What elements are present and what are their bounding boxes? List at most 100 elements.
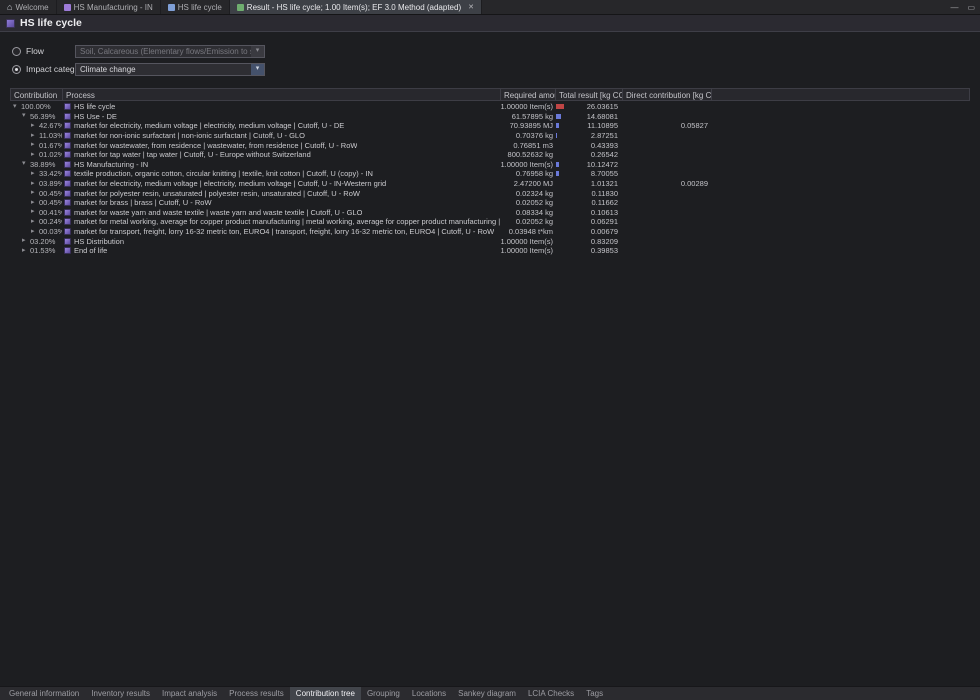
impact-category-radio[interactable] (12, 65, 21, 74)
total-result-value: 0.83209 (591, 237, 618, 246)
flow-radio[interactable] (12, 47, 21, 56)
table-row[interactable]: ▸00.45%market for brass | brass | Cutoff… (10, 198, 970, 208)
expand-icon[interactable]: ▸ (31, 151, 39, 159)
bottom-tab-process-results[interactable]: Process results (223, 687, 290, 700)
process-name: market for non-ionic surfactant | non-io… (74, 131, 305, 140)
flow-radio-label: Flow (26, 46, 75, 56)
bottom-tab-inventory-results[interactable]: Inventory results (85, 687, 156, 700)
expand-icon[interactable]: ▸ (31, 189, 39, 197)
required-amount-cell: 0.76958 kg (500, 169, 555, 178)
contribution-cell: ▾38.89% (10, 160, 62, 169)
bottom-tab-locations[interactable]: Locations (406, 687, 452, 700)
collapse-icon[interactable]: ▾ (13, 103, 21, 111)
process-cell: market for waste yarn and waste textile … (62, 208, 500, 217)
result-bar (556, 123, 559, 128)
expand-icon[interactable]: ▸ (31, 218, 39, 226)
table-row[interactable]: ▸01.02%market for tap water | tap water … (10, 150, 970, 160)
impact-category-combo[interactable]: Climate change ▾ (75, 63, 265, 76)
table-row[interactable]: ▸03.89%market for electricity, medium vo… (10, 179, 970, 189)
contribution-value: 03.20% (30, 237, 55, 246)
table-row[interactable]: ▸00.24%market for metal working, average… (10, 217, 970, 227)
table-row[interactable]: ▸00.03%market for transport, freight, lo… (10, 227, 970, 237)
contribution-value: 00.24% (39, 217, 62, 226)
expand-icon[interactable]: ▸ (31, 132, 39, 140)
total-result-value: 0.11662 (591, 198, 618, 207)
bottom-tab-contribution-tree[interactable]: Contribution tree (290, 687, 361, 700)
required-amount-cell: 0.02324 kg (500, 189, 555, 198)
process-cell: market for metal working, average for co… (62, 217, 500, 226)
bottom-tab-general-information[interactable]: General information (3, 687, 85, 700)
process-cell: market for electricity, medium voltage |… (62, 179, 500, 188)
total-result-value: 0.43393 (591, 141, 618, 150)
contribution-value: 00.03% (39, 227, 62, 236)
column-header-total-result-kg-co2-eq[interactable]: Total result [kg CO2 eq.] (556, 89, 623, 100)
contribution-value: 42.67% (39, 121, 62, 130)
result-bar (556, 114, 561, 119)
editor-tab-hs-manufacturing-in[interactable]: HS Manufacturing - IN (57, 0, 161, 14)
bottom-tab-impact-analysis[interactable]: Impact analysis (156, 687, 223, 700)
collapse-icon[interactable]: ▾ (22, 112, 30, 120)
chevron-down-icon: ▾ (251, 46, 264, 57)
collapse-icon[interactable]: ▾ (22, 160, 30, 168)
column-header-filler (712, 89, 969, 100)
column-header-contribution[interactable]: Contribution (11, 89, 63, 100)
expand-icon[interactable]: ▸ (31, 199, 39, 207)
table-row[interactable]: ▸42.67%market for electricity, medium vo… (10, 121, 970, 131)
minimize-icon[interactable]: — (950, 3, 958, 12)
expand-icon[interactable]: ▸ (22, 237, 30, 245)
close-icon[interactable]: ✕ (468, 3, 474, 11)
expand-icon[interactable]: ▸ (31, 122, 39, 130)
process-name: HS Use - DE (74, 112, 117, 121)
total-result-cell: 11.10895 (555, 121, 622, 130)
table-row[interactable]: ▸01.67%market for wastewater, from resid… (10, 140, 970, 150)
total-result-value: 0.26542 (591, 150, 618, 159)
process-icon (64, 142, 71, 149)
bottom-tab-tags[interactable]: Tags (580, 687, 609, 700)
contribution-value: 100.00% (21, 102, 51, 111)
analysis-result-icon (237, 4, 244, 11)
column-header-direct-contribution-kg-co2-eq[interactable]: Direct contribution [kg CO2 eq.] (623, 89, 712, 100)
maximize-icon[interactable]: ▭ (967, 3, 975, 12)
direct-contribution-cell: 0.05827 (622, 121, 711, 130)
contribution-value: 38.89% (30, 160, 55, 169)
flow-combo[interactable]: Soil, Calcareous (Elementary flows/Emiss… (75, 45, 265, 58)
total-result-value: 0.11830 (591, 189, 618, 198)
product-system-icon (168, 4, 175, 11)
table-row[interactable]: ▾100.00%HS life cycle1.00000 Item(s)26.0… (10, 102, 970, 112)
table-row[interactable]: ▾56.39%HS Use - DE61.57895 kg14.68081 (10, 112, 970, 122)
required-amount-cell: 0.08334 kg (500, 208, 555, 217)
required-amount-cell: 800.52632 kg (500, 150, 555, 159)
table-row[interactable]: ▸33.42%textile production, organic cotto… (10, 169, 970, 179)
column-header-required-amount[interactable]: Required amount (501, 89, 556, 100)
contribution-value: 33.42% (39, 169, 62, 178)
expand-icon[interactable]: ▸ (31, 170, 39, 178)
bottom-tab-grouping[interactable]: Grouping (361, 687, 406, 700)
bottom-tab-lcia-checks[interactable]: LCIA Checks (522, 687, 580, 700)
editor-tab-welcome[interactable]: ⌂Welcome (0, 0, 57, 14)
process-icon (64, 238, 71, 245)
table-row[interactable]: ▸11.03% market for non-ionic surfactant |… (10, 131, 970, 141)
expand-icon[interactable]: ▸ (22, 247, 30, 255)
table-row[interactable]: ▸00.45%market for polyester resin, unsat… (10, 188, 970, 198)
process-cell: textile production, organic cotton, circ… (62, 169, 500, 178)
total-result-cell: 2.87251 (555, 131, 622, 140)
expand-icon[interactable]: ▸ (31, 180, 39, 188)
expand-icon[interactable]: ▸ (31, 228, 39, 236)
table-row[interactable]: ▾38.89%HS Manufacturing - IN1.00000 Item… (10, 160, 970, 170)
table-row[interactable]: ▸03.20%HS Distribution1.00000 Item(s)0.8… (10, 236, 970, 246)
table-row[interactable]: ▸01.53%End of life1.00000 Item(s)0.39853 (10, 246, 970, 256)
editor-tab-label: Result - HS life cycle; 1.00 Item(s); EF… (247, 3, 461, 12)
total-result-cell: 0.26542 (555, 150, 622, 159)
table-row[interactable]: ▸00.41%market for waste yarn and waste t… (10, 208, 970, 218)
process-name: End of life (74, 246, 107, 255)
process-icon (64, 190, 71, 197)
column-header-process[interactable]: Process (63, 89, 501, 100)
editor-tab-result-hs-life-cycle-1-00-item-s-ef-3-0-method-adapted[interactable]: Result - HS life cycle; 1.00 Item(s); EF… (230, 0, 482, 14)
expand-icon[interactable]: ▸ (31, 208, 39, 216)
bottom-tab-sankey-diagram[interactable]: Sankey diagram (452, 687, 522, 700)
total-result-cell: 1.01321 (555, 179, 622, 188)
contribution-value: 11.03% (39, 131, 62, 140)
expand-icon[interactable]: ▸ (31, 141, 39, 149)
process-name: market for polyester resin, unsaturated … (74, 189, 360, 198)
editor-tab-hs-life-cycle[interactable]: HS life cycle (161, 0, 230, 14)
